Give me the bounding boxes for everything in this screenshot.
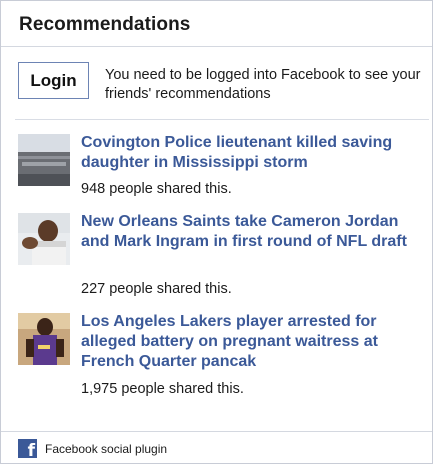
divider [15, 119, 429, 120]
footer-label[interactable]: Facebook social plugin [45, 442, 167, 456]
article-thumbnail[interactable] [18, 313, 70, 365]
login-button[interactable]: Login [18, 62, 89, 99]
share-count: 948 people shared this. [81, 181, 232, 197]
login-message: You need to be logged into Facebook to s… [105, 67, 421, 102]
facebook-icon[interactable]: f [18, 439, 37, 461]
share-count: 1,975 people shared this. [81, 381, 244, 397]
share-count: 227 people shared this. [81, 281, 232, 297]
widget-title: Recommendations [19, 14, 191, 35]
widget-footer: f Facebook social plugin [1, 431, 432, 464]
article-thumbnail[interactable] [18, 213, 70, 265]
article-link[interactable]: Los Angeles Lakers player arrested for a… [81, 312, 421, 372]
article-link[interactable]: Covington Police lieutenant killed savin… [81, 133, 421, 173]
widget-header: Recommendations [1, 1, 432, 47]
recommendations-widget: Recommendations Login You need to be log… [0, 0, 433, 464]
article-link[interactable]: New Orleans Saints take Cameron Jordan a… [81, 212, 421, 252]
article-thumbnail[interactable] [18, 134, 70, 186]
login-prompt: Login You need to be logged into Faceboo… [18, 62, 430, 112]
